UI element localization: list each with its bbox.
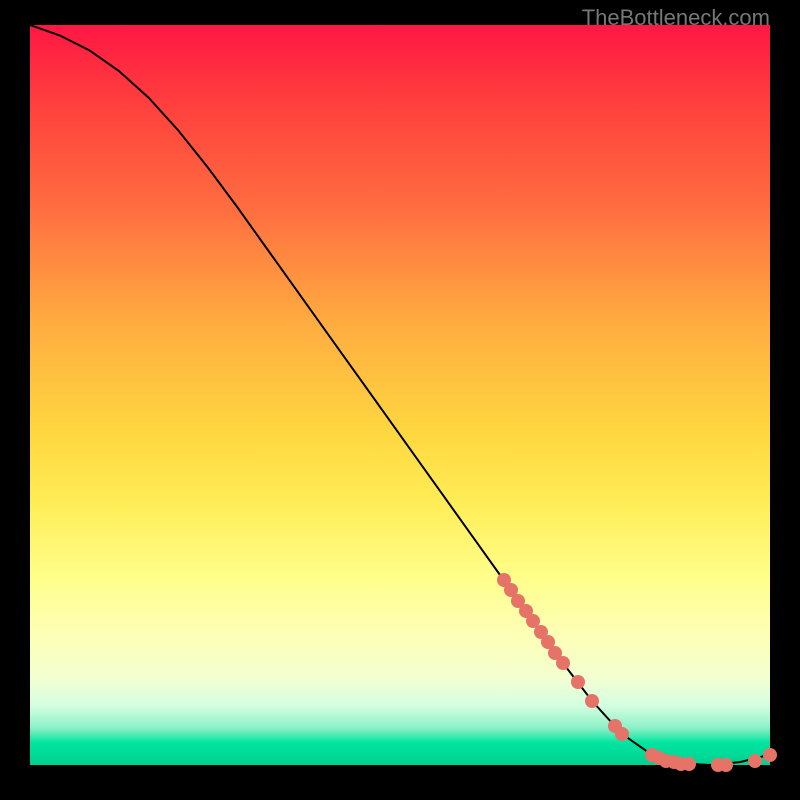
plot-area — [30, 25, 770, 765]
bottleneck-curve — [30, 25, 770, 765]
data-point — [763, 748, 777, 762]
data-point — [719, 758, 733, 772]
data-point — [615, 727, 629, 741]
data-point — [571, 675, 585, 689]
chart-container: TheBottleneck.com — [0, 0, 800, 800]
curve-layer — [30, 25, 770, 765]
data-point — [748, 754, 762, 768]
data-point — [682, 757, 696, 771]
data-point — [556, 656, 570, 670]
